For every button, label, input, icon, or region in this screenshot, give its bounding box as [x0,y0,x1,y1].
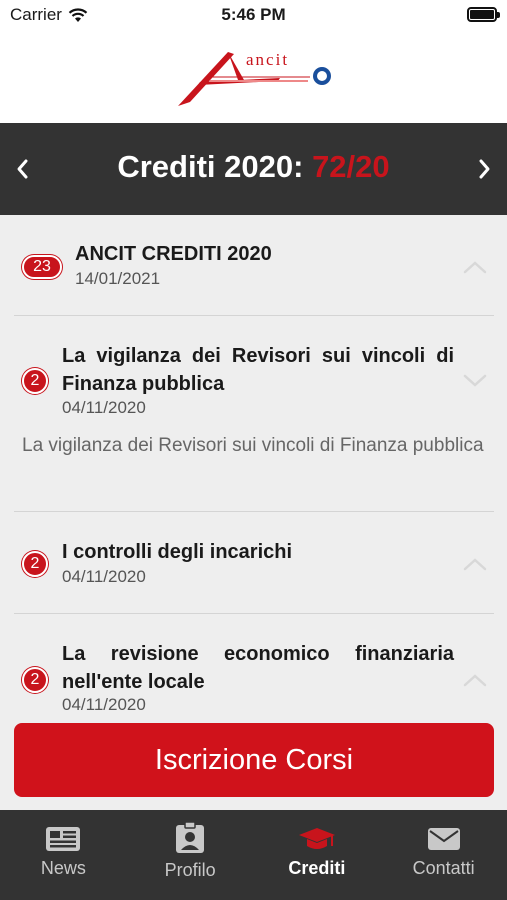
credits-header: Crediti 2020: 72/20 [0,123,507,215]
course-title: ANCIT CREDITI 2020 [75,243,272,265]
course-title: La vigilanza dei Revisori sui vincoli di… [62,345,454,395]
page-title: Crediti 2020: 72/20 [0,149,507,185]
credits-badge: 2 [22,368,48,394]
chevron-right-icon [479,159,490,179]
course-date: 04/11/2020 [62,695,146,711]
tab-label: Profilo [164,860,216,880]
divider [14,613,494,614]
chevron-up-icon[interactable] [462,672,488,688]
tab-contatti[interactable]: Contatti [380,810,507,900]
course-list[interactable]: 23 ANCIT CREDITI 2020 14/01/2021 2 La vi… [0,215,507,711]
credits-badge: 2 [22,551,48,577]
divider [14,511,494,512]
tab-profilo[interactable]: Profilo [127,810,254,900]
action-area: Iscrizione Corsi [0,711,507,810]
credits-badge: 2 [22,667,48,693]
id-badge-icon [176,822,205,853]
course-date: 04/11/2020 [62,398,146,417]
course-date: 14/01/2021 [75,269,161,288]
course-title: La revisione economico finanziaria nell'… [62,643,454,693]
course-description: La vigilanza dei Revisori sui vincoli di… [22,435,484,456]
tab-label: Contatti [412,858,475,878]
tab-label: Crediti [288,858,346,878]
next-year-button[interactable] [463,147,507,191]
status-bar: Carrier 5:46 PM [0,0,507,30]
course-date: 04/11/2020 [62,567,146,586]
divider [14,315,494,316]
tab-label: News [40,858,86,878]
chevron-down-icon[interactable] [462,373,488,389]
tab-news[interactable]: News [0,810,127,900]
tab-crediti[interactable]: Crediti [254,810,381,900]
chevron-up-icon[interactable] [462,556,488,572]
credits-value: 72/20 [312,149,390,184]
chevron-up-icon[interactable] [462,259,488,275]
iscrizione-corsi-button[interactable]: Iscrizione Corsi [14,723,494,797]
credits-badge: 23 [22,255,62,279]
course-title: I controlli degli incarichi [62,541,293,563]
graduation-cap-icon [298,828,335,849]
envelope-icon [427,828,460,850]
page-title-label: Crediti 2020: [117,149,304,184]
battery-icon [467,7,500,22]
logo-header: ancit [0,30,507,123]
newspaper-icon [46,827,81,851]
status-time: 5:46 PM [221,5,286,24]
ancit-logo: ancit [170,38,340,110]
logo-wordmark: ancit [246,50,290,69]
tab-bar: News Profilo Crediti Contatti [0,810,507,900]
